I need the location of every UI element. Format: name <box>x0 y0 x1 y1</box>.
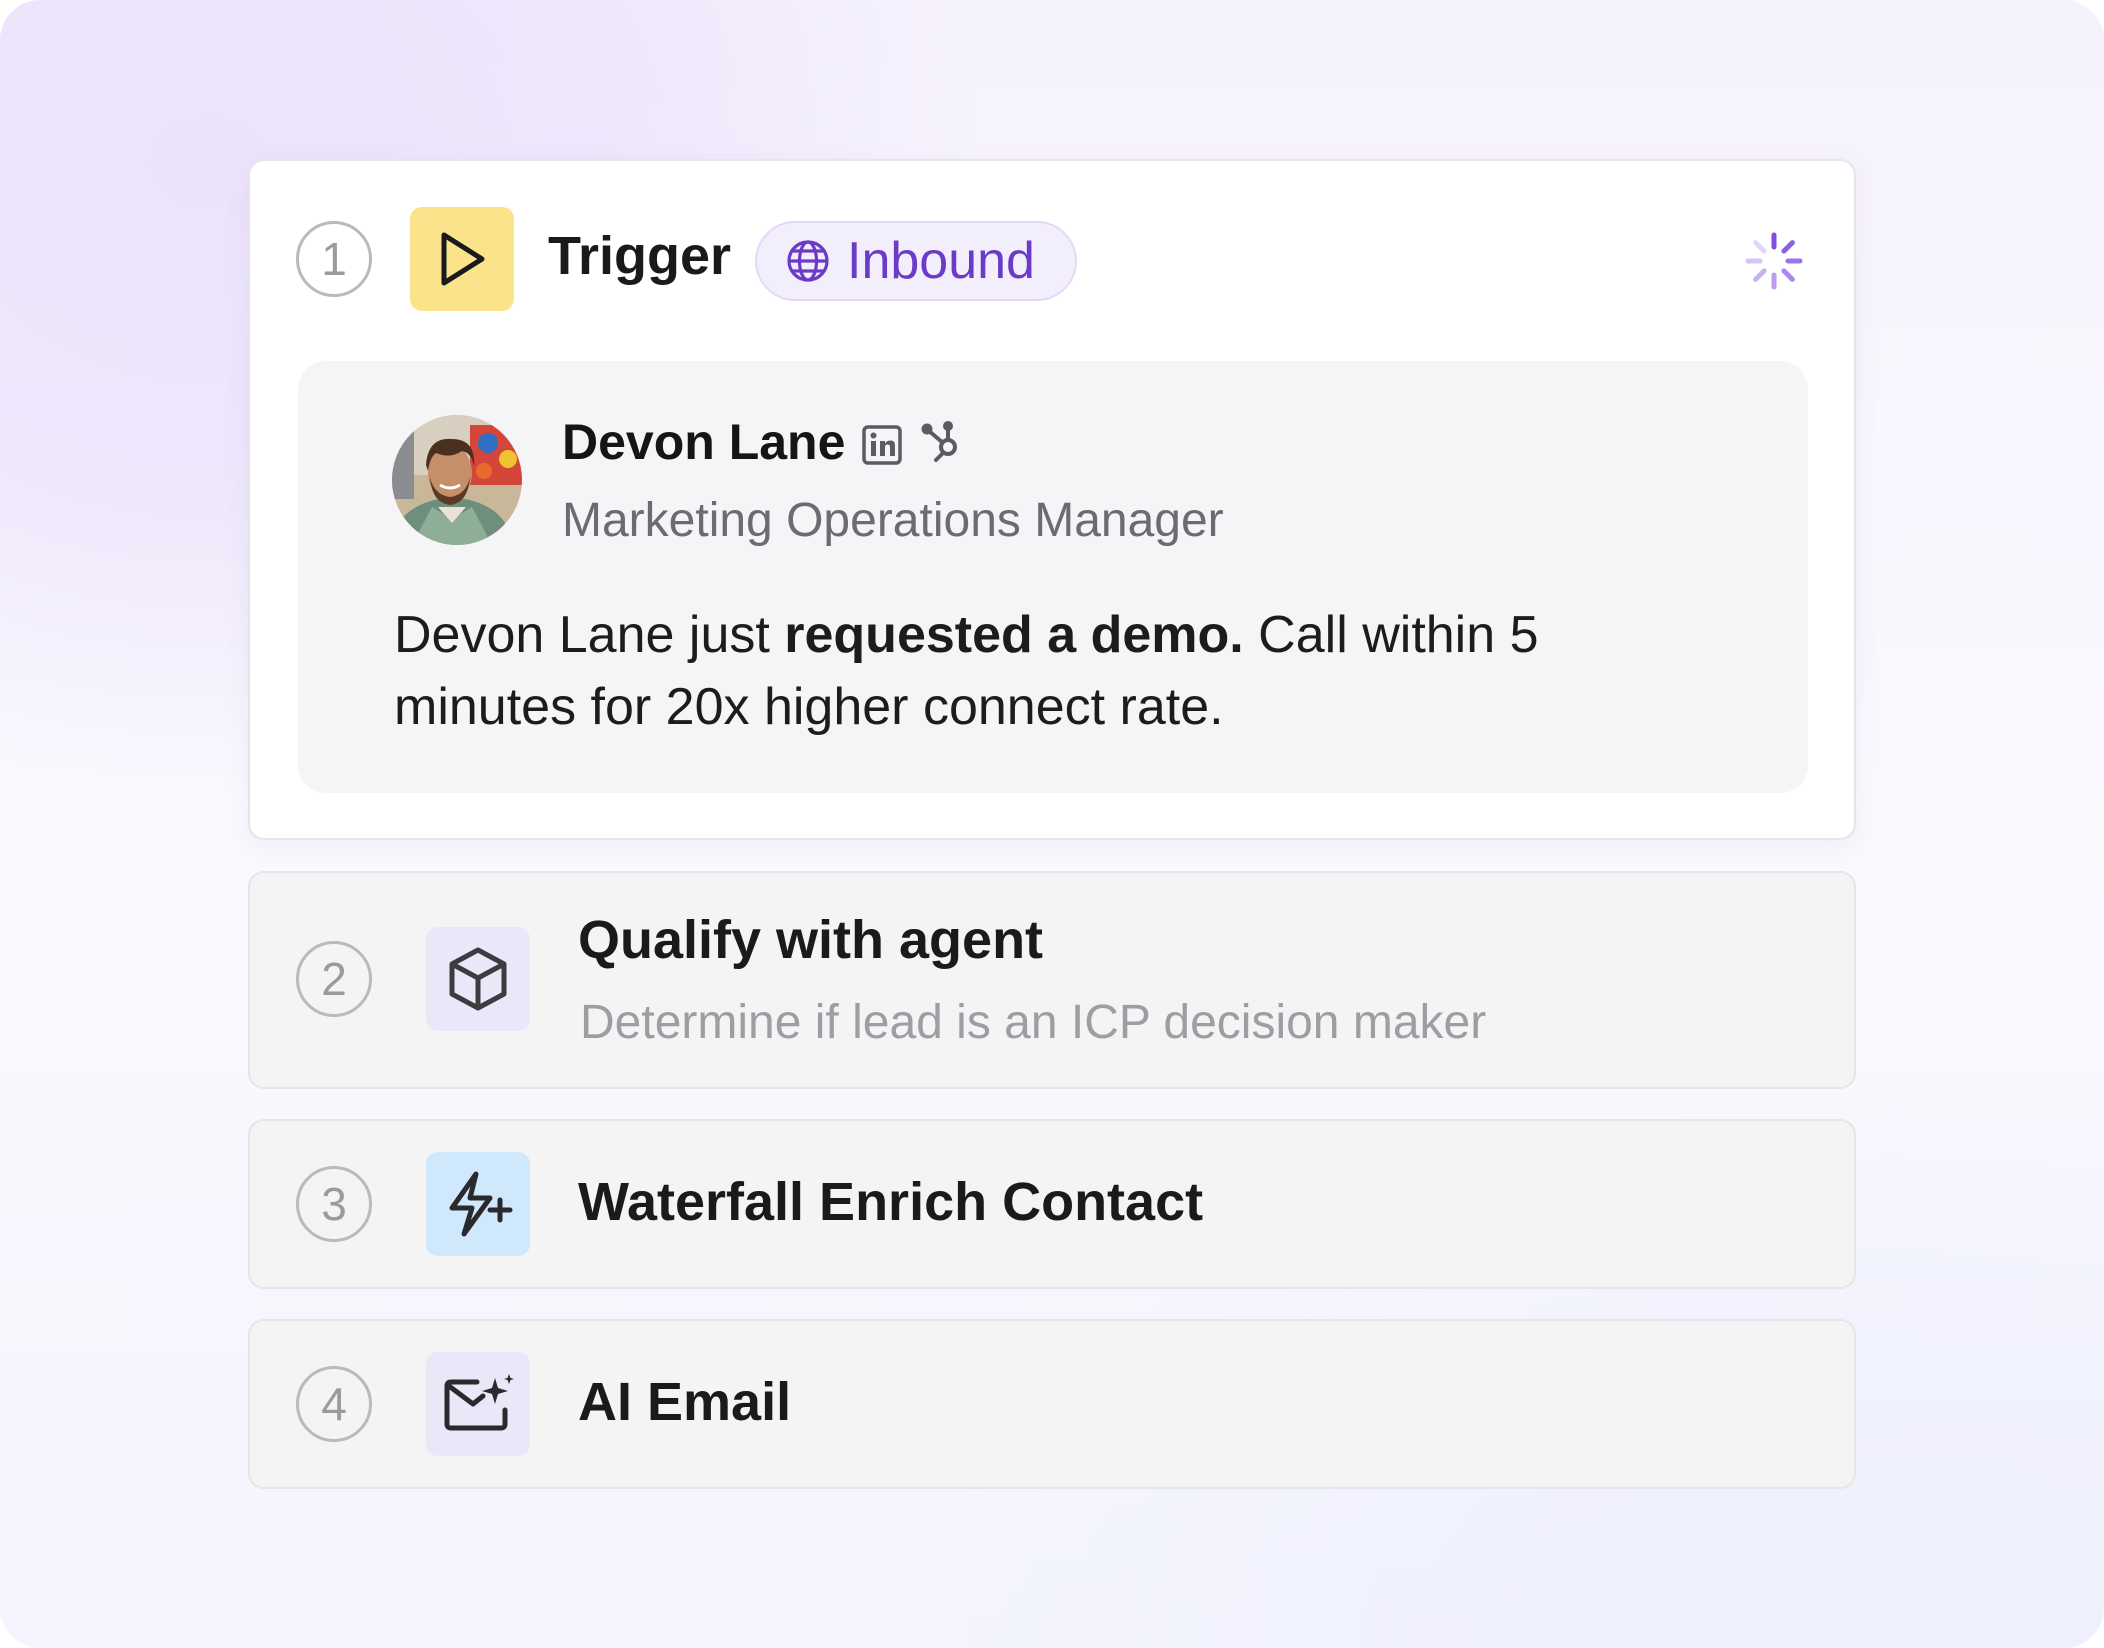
ai-email-title: AI Email <box>578 1372 792 1432</box>
step-number-3: 3 <box>296 1166 372 1242</box>
ai-email-step-card[interactable]: 4 AI Email <box>248 1319 1856 1489</box>
inbound-badge[interactable]: Inbound <box>755 221 1077 301</box>
workflow-canvas: 1 Trigger Inbound Devon Lane Marketing O… <box>0 0 2104 1648</box>
play-icon <box>410 207 514 311</box>
enrich-title: Waterfall Enrich Contact <box>578 1172 1204 1232</box>
trigger-message: Devon Lane just requested a demo. Call w… <box>394 599 1694 743</box>
contact-name: Devon Lane <box>562 414 846 470</box>
message-text-start: Devon Lane just <box>394 606 785 664</box>
message-text-bold: requested a demo. <box>784 606 1244 664</box>
loading-spinner-icon <box>1742 229 1806 293</box>
qualify-title: Qualify with agent <box>578 910 1044 970</box>
lightning-plus-icon <box>426 1152 530 1256</box>
qualify-subtitle: Determine if lead is an ICP decision mak… <box>580 996 1487 1049</box>
step-number-4: 4 <box>296 1366 372 1442</box>
sparkle-mail-icon <box>426 1352 530 1456</box>
inbound-badge-label: Inbound <box>847 232 1035 290</box>
enrich-step-card[interactable]: 3 Waterfall Enrich Contact <box>248 1119 1856 1289</box>
cube-icon <box>426 927 530 1031</box>
qualify-step-card[interactable]: 2 Qualify with agent Determine if lead i… <box>248 871 1856 1089</box>
globe-icon <box>785 238 831 284</box>
hubspot-icon[interactable] <box>920 419 968 467</box>
trigger-title: Trigger <box>548 226 732 286</box>
trigger-step-card[interactable]: 1 Trigger Inbound Devon Lane Marketing O… <box>248 159 1856 840</box>
contact-role: Marketing Operations Manager <box>562 494 1224 547</box>
step-number-2: 2 <box>296 941 372 1017</box>
linkedin-icon[interactable] <box>860 423 904 467</box>
avatar <box>392 415 522 545</box>
trigger-details-panel: Devon Lane Marketing Operations Manager … <box>298 361 1808 793</box>
step-number-1: 1 <box>296 221 372 297</box>
